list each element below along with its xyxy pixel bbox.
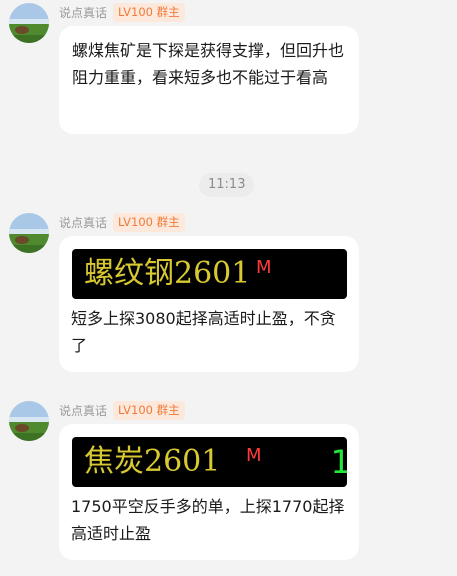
role-badge: LV100 群主 <box>113 2 185 22</box>
quote-image[interactable]: 螺纹钢2601 M <box>72 249 347 299</box>
avatar-landscape-icon[interactable] <box>9 213 49 253</box>
time-divider: 11:13 <box>199 173 255 197</box>
message-meta: 说点真话 LV100 群主 <box>59 212 185 232</box>
message-meta: 说点真话 LV100 群主 <box>59 2 185 22</box>
role-badge: LV100 群主 <box>113 400 185 420</box>
quote-flag: M <box>246 445 262 466</box>
message-text: 短多上探3080起择高适时止盈，不贪了 <box>71 309 336 355</box>
quote-image[interactable]: 焦炭2601 M 1 <box>72 437 347 487</box>
sender-name[interactable]: 说点真话 <box>59 214 107 231</box>
sender-name[interactable]: 说点真话 <box>59 4 107 21</box>
message-bubble[interactable]: 螺煤焦矿是下探是获得支撑，但回升也阻力重重，看来短多也不能过于看高 <box>59 26 359 134</box>
quote-flag: M <box>256 257 272 278</box>
quote-instrument-name: 焦炭2601 <box>84 444 221 479</box>
message-text: 1750平空反手多的单，上探1770起择高适时止盈 <box>71 497 345 543</box>
message-text: 螺煤焦矿是下探是获得支撑，但回升也阻力重重，看来短多也不能过于看高 <box>72 41 345 87</box>
message-bubble[interactable]: 焦炭2601 M 1 1750平空反手多的单，上探1770起择高适时止盈 <box>59 424 359 560</box>
quote-instrument-name: 螺纹钢2601 <box>84 256 251 291</box>
avatar-landscape-icon[interactable] <box>9 3 49 43</box>
sender-name[interactable]: 说点真话 <box>59 402 107 419</box>
role-badge: LV100 群主 <box>113 212 185 232</box>
message-meta: 说点真话 LV100 群主 <box>59 400 185 420</box>
avatar-landscape-icon[interactable] <box>9 401 49 441</box>
chat-view: 说点真话 LV100 群主 螺煤焦矿是下探是获得支撑，但回升也阻力重重，看来短多… <box>0 0 457 576</box>
message-bubble[interactable]: 螺纹钢2601 M 短多上探3080起择高适时止盈，不贪了 <box>59 236 359 372</box>
quote-extra-digit: 1 <box>330 443 347 481</box>
